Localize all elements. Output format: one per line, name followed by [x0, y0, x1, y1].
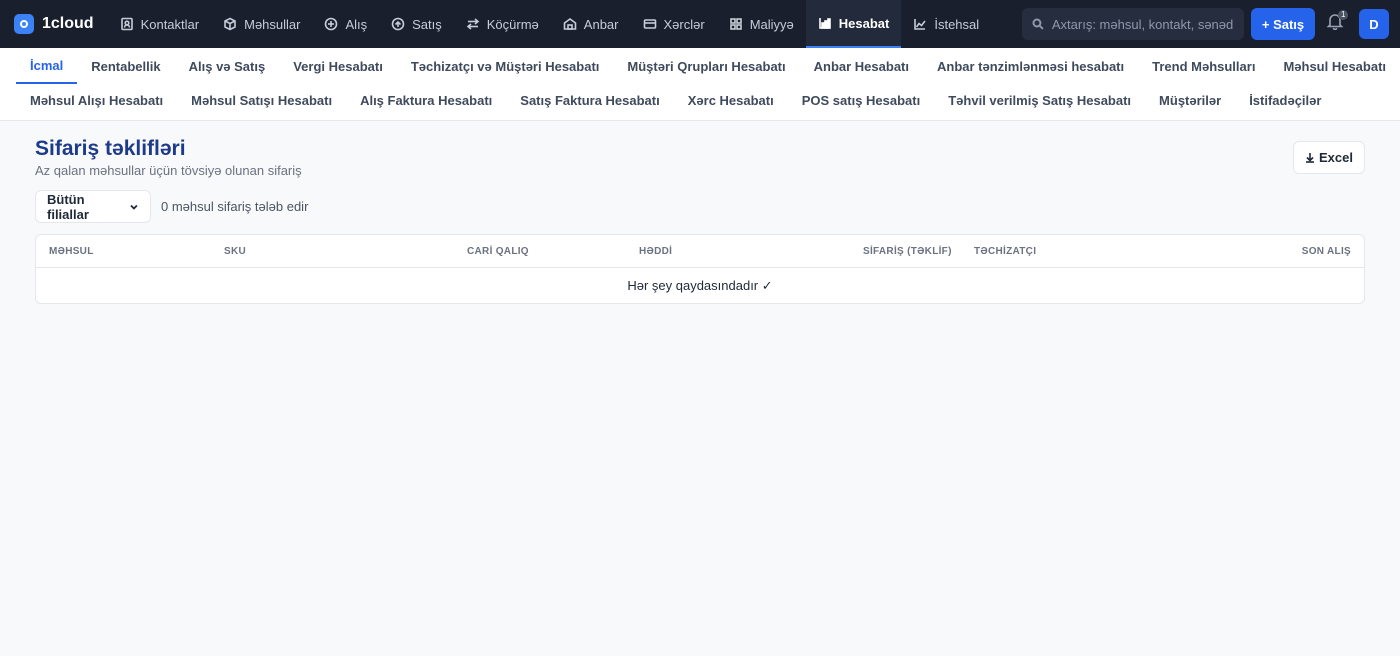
- brand-name: 1cloud: [42, 15, 94, 32]
- nav-item[interactable]: Anbar: [551, 0, 631, 48]
- cloud-logo-icon: [14, 14, 34, 34]
- report-tab[interactable]: Müştəri Qrupları Hesabatı: [613, 48, 799, 84]
- notifications-button[interactable]: 1: [1326, 10, 1349, 34]
- report-tabs: İcmal Rentabellik Alış və Satış Vergi Hesab…: [0, 48, 1400, 121]
- report-tab[interactable]: Alış Faktura Hesabatı: [346, 84, 506, 117]
- nav-item[interactable]: Alış: [312, 0, 379, 48]
- report-tab[interactable]: Trend Məhsulları: [1138, 48, 1269, 84]
- branch-select-value: Bütün filiallar: [47, 191, 89, 222]
- report-tab[interactable]: Anbar Hesabatı: [800, 48, 923, 84]
- nav-item-label: Alış: [345, 16, 368, 32]
- report-tab[interactable]: Müştərilər: [1145, 84, 1235, 117]
- column-header[interactable]: SİFARİŞ (TƏKLİF): [863, 246, 952, 257]
- column-header[interactable]: CARİ QALIQ: [467, 246, 529, 257]
- report-tab[interactable]: Təhvil verilmiş Satış Hesabatı: [934, 84, 1145, 117]
- chevron-down-icon: [130, 204, 138, 210]
- nav-item-label: İstehsal: [934, 16, 980, 32]
- nav-item[interactable]: Məhsullar: [211, 0, 312, 48]
- report-tab[interactable]: Məhsul Satışı Hesabatı: [177, 84, 346, 117]
- nav-item-label: Anbar: [583, 16, 619, 32]
- top-navbar: 1cloud Kontaktlar Məhsullar Alış Satış Köçür…: [0, 0, 1400, 48]
- nav-item[interactable]: Hesabat: [805, 0, 902, 48]
- search-icon: [1032, 18, 1044, 30]
- report-tab[interactable]: Xərc Hesabatı: [674, 84, 788, 117]
- report-tab[interactable]: Vergi Hesabatı: [279, 48, 397, 84]
- nav-item-label: Hesabat: [838, 15, 890, 31]
- box-icon: [223, 17, 237, 31]
- notification-badge: 1: [1338, 10, 1349, 20]
- excel-label: Excel: [1319, 150, 1353, 165]
- excel-export-button[interactable]: Excel: [1293, 141, 1365, 174]
- column-header[interactable]: HƏDDİ: [639, 246, 672, 257]
- contacts-icon: [120, 17, 134, 31]
- nav-item-label: Kontaktlar: [140, 16, 200, 32]
- search-input[interactable]: [1051, 16, 1234, 32]
- report-tab[interactable]: Rentabellik: [77, 48, 174, 84]
- warehouse-icon: [563, 17, 577, 31]
- nav-item[interactable]: Xərclər: [631, 0, 717, 48]
- empty-state-message: Hər şey qaydasındadır ✓: [627, 277, 773, 293]
- factory-icon: [913, 17, 927, 31]
- report-tab[interactable]: Alış və Satış: [175, 48, 280, 84]
- report-tab[interactable]: POS satış Hesabatı: [788, 84, 935, 117]
- user-avatar[interactable]: D: [1359, 9, 1389, 39]
- page-subtitle: Az qalan məhsullar üçün tövsiyə olunan s…: [35, 163, 302, 178]
- table-header: MƏHSUL SKU CARİ QALIQ HƏDDİ SİFARİŞ (TƏK…: [36, 235, 1364, 268]
- download-icon: [1306, 153, 1314, 163]
- report-tab[interactable]: İcmal: [16, 48, 78, 84]
- nav-item[interactable]: Köçürmə: [454, 0, 551, 48]
- wallet-icon: [643, 17, 657, 31]
- report-tab[interactable]: Anbar tənzimlənməsi hesabatı: [923, 48, 1138, 84]
- column-header[interactable]: SKU: [224, 246, 246, 257]
- arrow-circle-up-icon: [391, 17, 405, 31]
- column-header[interactable]: SON ALIŞ: [1302, 246, 1351, 257]
- nav-item-label: Məhsullar: [244, 16, 301, 32]
- nav-item-label: Köçürmə: [486, 16, 539, 32]
- page-title: Sifariş təklifləri: [35, 137, 186, 160]
- main-content: Sifariş təklifləri Az qalan məhsullar üç…: [0, 121, 1400, 320]
- column-header[interactable]: MƏHSUL: [49, 246, 94, 257]
- global-search[interactable]: [1022, 8, 1244, 40]
- report-tab[interactable]: Məhsul Hesabatı: [1269, 48, 1400, 84]
- branch-select[interactable]: Bütün filiallar: [35, 190, 151, 223]
- nav-item-label: Maliyyə: [749, 16, 794, 32]
- arrow-circle-down-icon: [324, 17, 338, 31]
- report-tab[interactable]: Satış Faktura Hesabatı: [506, 84, 673, 117]
- chart-icon: [818, 16, 832, 30]
- order-suggestions-table: MƏHSUL SKU CARİ QALIQ HƏDDİ SİFARİŞ (TƏK…: [35, 234, 1365, 304]
- nav-item-label: Satış: [412, 16, 442, 32]
- report-tab[interactable]: İstifadəçilər: [1235, 84, 1335, 117]
- nav-item[interactable]: Kontaktlar: [108, 0, 212, 48]
- nav-item[interactable]: Satış: [379, 0, 454, 48]
- transfer-icon: [466, 17, 480, 31]
- nav-item[interactable]: Maliyyə: [717, 0, 806, 48]
- grid-icon: [729, 17, 743, 31]
- new-sale-button[interactable]: + Satış: [1251, 8, 1315, 40]
- report-tab[interactable]: Təchizatçı və Müştəri Hesabatı: [397, 48, 614, 84]
- nav-item[interactable]: İstehsal: [901, 0, 991, 48]
- nav-item-label: Xərclər: [663, 16, 705, 32]
- column-header[interactable]: TƏCHİZATÇI: [974, 246, 1036, 257]
- order-count-text: 0 məhsul sifariş tələb edir: [161, 199, 309, 214]
- report-tab[interactable]: Məhsul Alışı Hesabatı: [16, 84, 177, 117]
- brand[interactable]: 1cloud: [14, 14, 94, 34]
